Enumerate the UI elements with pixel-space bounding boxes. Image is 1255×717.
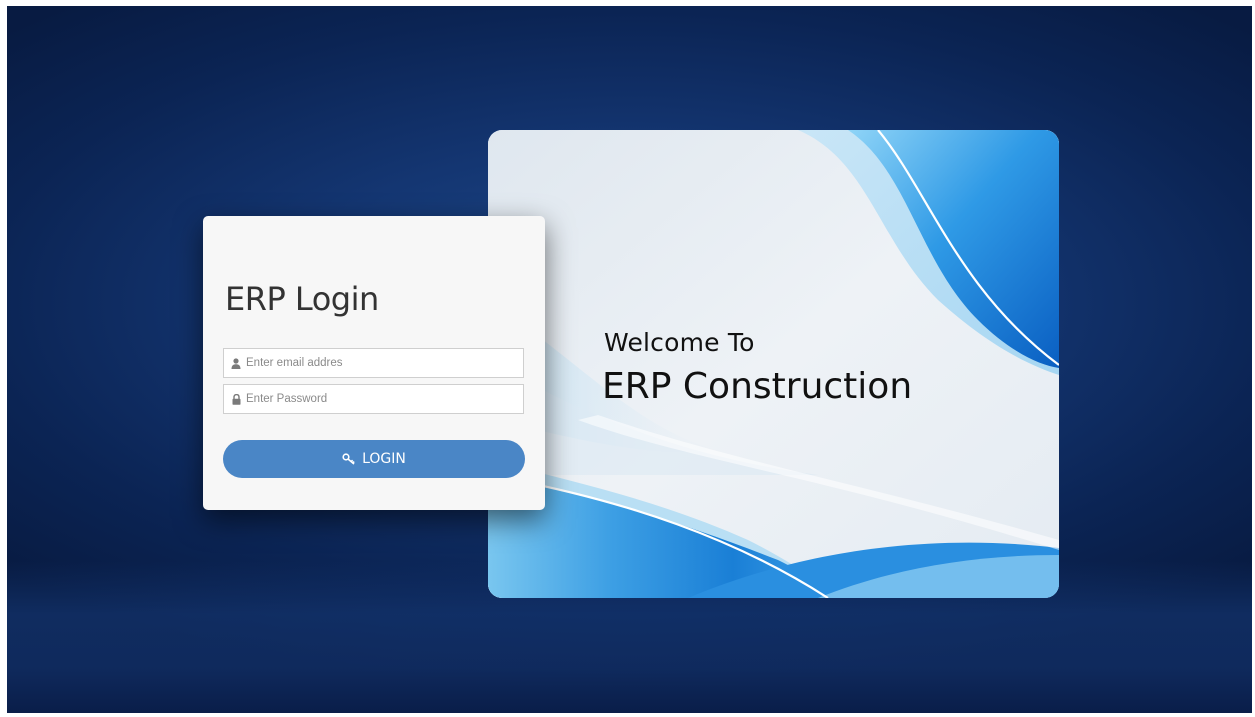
email-field[interactable] xyxy=(223,348,524,378)
welcome-card: Welcome To ERP Construction xyxy=(488,130,1059,598)
page-background: Welcome To ERP Construction ERP Login En… xyxy=(7,6,1252,713)
user-icon xyxy=(229,356,243,370)
lock-icon xyxy=(229,392,243,406)
email-input[interactable] xyxy=(246,357,516,369)
welcome-title: ERP Construction xyxy=(602,366,913,407)
key-icon xyxy=(342,453,356,465)
login-title: ERP Login xyxy=(225,280,379,318)
login-button-label: LOGIN xyxy=(362,451,406,467)
login-button[interactable]: LOGIN xyxy=(223,440,525,478)
login-card: ERP Login Enter email addres LOGIN xyxy=(203,216,545,510)
wave-background xyxy=(488,130,1059,598)
password-field[interactable] xyxy=(223,384,524,414)
password-input[interactable] xyxy=(246,393,516,405)
welcome-heading: Welcome To xyxy=(604,328,755,357)
